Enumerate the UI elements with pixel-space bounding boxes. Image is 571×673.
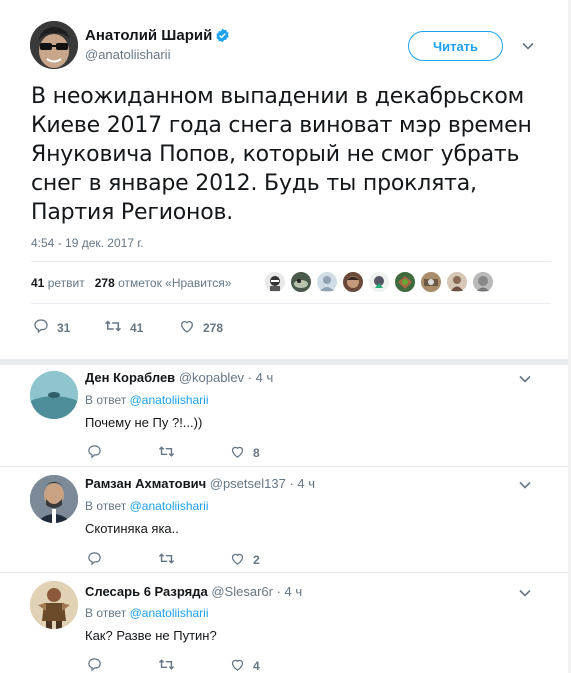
reply-icon	[87, 551, 110, 569]
reply-button[interactable]	[87, 551, 110, 569]
reply-header: Рамзан Ахматович @psetsel137 · 4 ч	[85, 476, 315, 491]
divider	[31, 261, 551, 262]
author-name-row[interactable]: Анатолий Шарий	[85, 27, 230, 47]
divider	[31, 303, 551, 304]
retweet-stat[interactable]: 41 ретвит	[31, 276, 85, 290]
retweet-icon	[158, 444, 183, 462]
like-button[interactable]: 278	[179, 318, 223, 337]
reply-time[interactable]: · 4 ч	[277, 584, 303, 599]
liker-avatar[interactable]	[446, 271, 468, 293]
main-tweet: Анатолий Шарий @anatoliisharii Читать В …	[0, 0, 571, 359]
verified-badge-icon	[215, 28, 230, 47]
in-reply-to-link[interactable]: @anatoliisharii	[130, 606, 209, 620]
retweet-button[interactable]	[158, 551, 183, 569]
tweet-stats: 41 ретвит 278 отметок «Нравится»	[31, 276, 231, 290]
liker-avatar[interactable]	[472, 271, 494, 293]
retweet-button[interactable]	[158, 444, 183, 462]
in-reply-to: В ответ @anatoliisharii	[85, 393, 209, 407]
reply-avatar[interactable]	[30, 371, 78, 419]
author-avatar[interactable]	[30, 21, 78, 69]
author-handle[interactable]: @anatoliisharii	[85, 47, 170, 62]
like-count: 8	[253, 446, 260, 460]
in-reply-to: В ответ @anatoliisharii	[85, 606, 209, 620]
like-stat[interactable]: 278 отметок «Нравится»	[95, 276, 232, 290]
liker-avatar[interactable]	[264, 271, 286, 293]
liker-avatar[interactable]	[342, 271, 364, 293]
in-reply-to-link[interactable]: @anatoliisharii	[130, 499, 209, 513]
tweet-text: В неожиданном выпадении в декабрьском Ки…	[31, 84, 532, 225]
reply-text: Скотиняка яка..	[85, 521, 179, 536]
follow-button[interactable]: Читать	[408, 31, 503, 61]
retweet-icon	[158, 657, 183, 673]
reply-icon	[87, 444, 110, 462]
heart-icon	[179, 318, 203, 337]
reply-tweet[interactable]: Рамзан Ахматович @psetsel137 · 4 ч В отв…	[0, 467, 571, 571]
retweet-button[interactable]	[158, 657, 183, 673]
reply-button[interactable]	[87, 444, 110, 462]
reply-count: 31	[57, 320, 71, 335]
reply-author-handle[interactable]: @psetsel137	[210, 476, 286, 491]
chevron-down-icon[interactable]	[518, 478, 532, 492]
heart-icon	[230, 444, 253, 462]
reply-header: Слесарь 6 Разряда @Slesar6r · 4 ч	[85, 584, 302, 599]
like-button[interactable]: 4	[230, 657, 260, 673]
reply-icon	[87, 657, 110, 673]
reply-author-name[interactable]: Слесарь 6 Разряда	[85, 584, 208, 599]
reply-author-name[interactable]: Рамзан Ахматович	[85, 476, 206, 491]
reply-author-handle[interactable]: @kopablev	[179, 370, 244, 385]
reply-text: Почему не Пу ?!...))	[85, 415, 203, 430]
heart-icon	[230, 657, 253, 673]
chevron-down-icon[interactable]	[518, 372, 532, 386]
reply-icon	[33, 318, 57, 337]
liker-avatar[interactable]	[368, 271, 390, 293]
heart-icon	[230, 551, 253, 569]
like-button[interactable]: 2	[230, 551, 260, 569]
retweet-icon	[104, 318, 130, 337]
chevron-down-icon[interactable]	[518, 586, 532, 600]
liker-avatar[interactable]	[394, 271, 416, 293]
retweet-button[interactable]: 41	[104, 318, 143, 337]
reply-author-name[interactable]: Ден Кораблев	[85, 370, 175, 385]
in-reply-to: В ответ @anatoliisharii	[85, 499, 209, 513]
retweet-icon	[158, 551, 183, 569]
liker-avatar[interactable]	[290, 271, 312, 293]
chevron-down-icon[interactable]	[521, 39, 535, 53]
like-count: 278	[203, 320, 224, 335]
reply-tweet[interactable]: Слесарь 6 Разряда @Slesar6r · 4 ч В отве…	[0, 573, 571, 673]
reply-avatar[interactable]	[30, 475, 78, 523]
liker-avatar[interactable]	[316, 271, 338, 293]
reply-header: Ден Кораблев @kopablev · 4 ч	[85, 370, 273, 385]
like-count: 2	[253, 553, 260, 567]
reply-actions: 8	[87, 444, 287, 462]
tweet-timestamp[interactable]: 4:54 - 19 дек. 2017 г.	[31, 236, 144, 250]
reply-actions: 2	[87, 551, 287, 569]
like-count: 4	[253, 659, 260, 673]
liker-avatar[interactable]	[420, 271, 442, 293]
tweet-actions: 31 41 278	[33, 318, 333, 336]
like-button[interactable]: 8	[230, 444, 260, 462]
reply-author-handle[interactable]: @Slesar6r	[211, 584, 273, 599]
author-name[interactable]: Анатолий Шарий	[85, 27, 212, 44]
reply-button[interactable]: 31	[33, 318, 70, 337]
reply-time[interactable]: · 4 ч	[289, 476, 315, 491]
reply-tweet[interactable]: Ден Кораблев @kopablev · 4 ч В ответ @an…	[0, 365, 571, 465]
reply-avatar[interactable]	[30, 581, 78, 629]
reply-text: Как? Разве не Путин?	[85, 628, 217, 643]
reply-time[interactable]: · 4 ч	[248, 370, 274, 385]
in-reply-to-link[interactable]: @anatoliisharii	[130, 393, 209, 407]
retweet-count: 41	[130, 320, 144, 335]
reply-button[interactable]	[87, 657, 110, 673]
reply-actions: 4	[87, 657, 287, 673]
